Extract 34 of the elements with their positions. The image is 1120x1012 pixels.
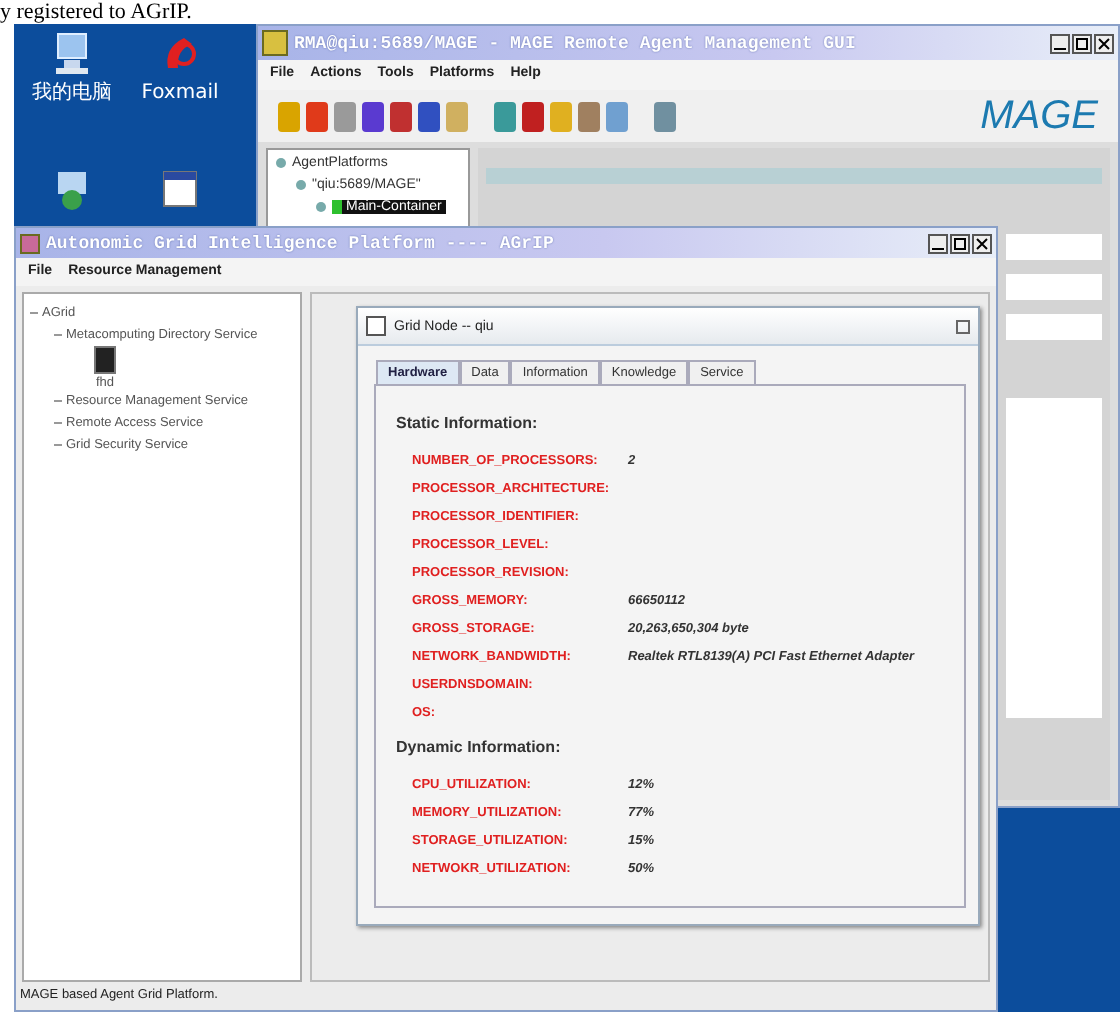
toolbar-icon[interactable] xyxy=(522,101,544,131)
toolbar-icon[interactable] xyxy=(390,101,412,131)
tree-toggle-icon[interactable] xyxy=(316,202,326,212)
input-field[interactable] xyxy=(1006,234,1102,260)
window-icon[interactable] xyxy=(160,168,200,212)
minimize-button[interactable] xyxy=(928,233,948,253)
window-title: Autonomic Grid Intelligence Platform ---- AGrIP xyxy=(46,233,554,253)
toolbar-icon[interactable] xyxy=(578,101,600,131)
desktop-icon-label[interactable]: Foxmail xyxy=(141,82,219,104)
toolbar-icon[interactable] xyxy=(494,101,516,131)
section-heading: Static Information: xyxy=(396,414,540,432)
tree-toggle-icon[interactable] xyxy=(296,180,306,190)
computer-icon[interactable] xyxy=(94,346,116,374)
toolbar-icon[interactable] xyxy=(362,101,384,131)
app-icon xyxy=(262,30,288,56)
desktop-icon-label[interactable]: 我的电脑 xyxy=(32,82,112,104)
computer-icon[interactable] xyxy=(52,32,92,76)
frame-icon xyxy=(366,316,386,336)
close-button[interactable] xyxy=(1094,33,1114,53)
logo: MAGE xyxy=(980,93,1098,139)
document-text: y registered to AGrIP. xyxy=(0,0,192,24)
toolbar-icon[interactable] xyxy=(654,101,676,131)
network-icon[interactable] xyxy=(52,168,92,212)
toolbar-icon[interactable] xyxy=(418,101,440,131)
input-field[interactable] xyxy=(1006,314,1102,340)
section-heading: Dynamic Information: xyxy=(396,738,563,756)
maximize-button[interactable] xyxy=(950,233,970,253)
minimize-button[interactable] xyxy=(1050,33,1070,53)
input-field[interactable] xyxy=(1006,274,1102,300)
close-button[interactable] xyxy=(972,233,992,253)
app-icon xyxy=(20,233,40,253)
toolbar-icon[interactable] xyxy=(306,101,328,131)
maximize-button[interactable] xyxy=(1072,33,1092,53)
tree-toggle-icon[interactable] xyxy=(276,158,286,168)
